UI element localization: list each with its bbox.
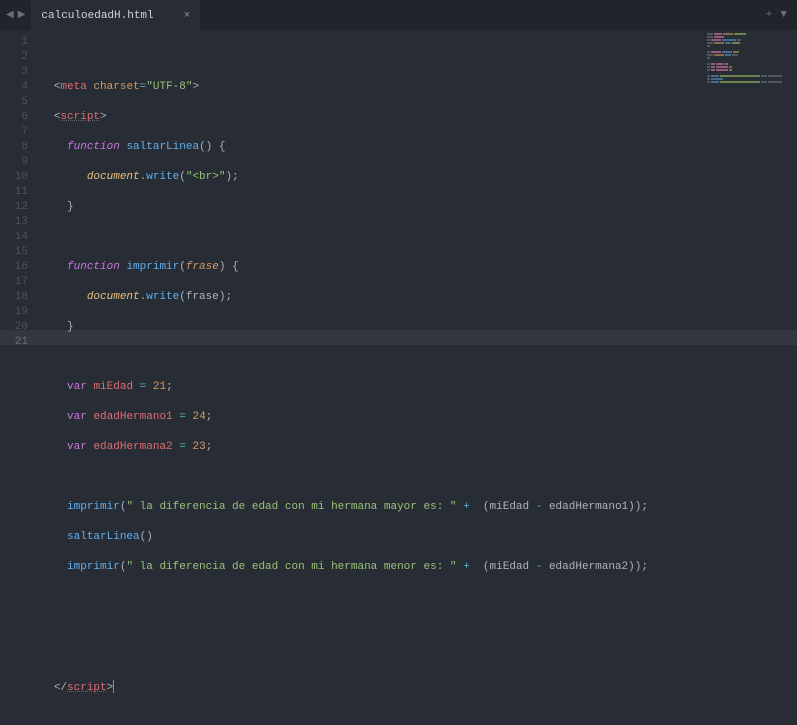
file-tab[interactable]: calculoedadH.html ×	[31, 0, 200, 30]
tab-bar: ◀ ▶ calculoedadH.html × + ▼	[0, 0, 797, 30]
tab-label: calculoedadH.html	[41, 10, 153, 22]
code-line	[34, 230, 797, 245]
line-number: 15	[0, 245, 28, 260]
line-number: 4	[0, 80, 28, 95]
editor[interactable]: 1 2 3 4 5 6 7 8 9 10 11 12 13 14 15 16 1…	[0, 30, 797, 579]
code-line: </script>	[34, 680, 797, 695]
code-line: imprimir(" la diferencia de edad con mi …	[34, 560, 797, 575]
line-number: 2	[0, 50, 28, 65]
code-line: var edadHermana2 = 23;	[34, 440, 797, 455]
nav-next-button[interactable]: ▶	[18, 9, 26, 21]
line-number: 14	[0, 230, 28, 245]
line-number: 17	[0, 275, 28, 290]
tab-bar-right: + ▼	[756, 0, 797, 30]
active-line-highlight	[0, 330, 797, 345]
text-cursor	[113, 680, 114, 693]
code-line	[34, 620, 797, 635]
line-number: 5	[0, 95, 28, 110]
line-number: 12	[0, 200, 28, 215]
line-number: 13	[0, 215, 28, 230]
close-tab-button[interactable]: ×	[184, 10, 191, 22]
line-number: 16	[0, 260, 28, 275]
code-line: function saltarLinea() {	[34, 140, 797, 155]
code-line: function imprimir(frase) {	[34, 260, 797, 275]
line-number: 10	[0, 170, 28, 185]
line-number: 19	[0, 305, 28, 320]
add-tab-button[interactable]: +	[766, 9, 773, 21]
code-line: document.write(frase);	[34, 290, 797, 305]
line-number: 8	[0, 140, 28, 155]
code-line: <script>	[34, 110, 797, 125]
code-line	[34, 650, 797, 665]
code-line: <meta charset="UTF-8">	[34, 80, 797, 95]
line-number: 1	[0, 35, 28, 50]
line-number: 9	[0, 155, 28, 170]
line-number: 6	[0, 110, 28, 125]
code-line	[34, 590, 797, 605]
code-line: var miEdad = 21;	[34, 380, 797, 395]
code-line: var edadHermano1 = 24;	[34, 410, 797, 425]
code-line	[34, 350, 797, 365]
code-line: document.write("<br>");	[34, 170, 797, 185]
nav-prev-button[interactable]: ◀	[6, 9, 14, 21]
line-number: 3	[0, 65, 28, 80]
tab-menu-button[interactable]: ▼	[780, 9, 787, 21]
code-line: saltarLinea()	[34, 530, 797, 545]
nav-arrows: ◀ ▶	[4, 0, 31, 30]
line-number: 7	[0, 125, 28, 140]
code-line	[34, 470, 797, 485]
code-area[interactable]: <meta charset="UTF-8"> <script> function…	[34, 30, 797, 579]
line-number: 18	[0, 290, 28, 305]
gutter: 1 2 3 4 5 6 7 8 9 10 11 12 13 14 15 16 1…	[0, 30, 34, 579]
line-number: 11	[0, 185, 28, 200]
code-line: imprimir(" la diferencia de edad con mi …	[34, 500, 797, 515]
code-line: }	[34, 200, 797, 215]
